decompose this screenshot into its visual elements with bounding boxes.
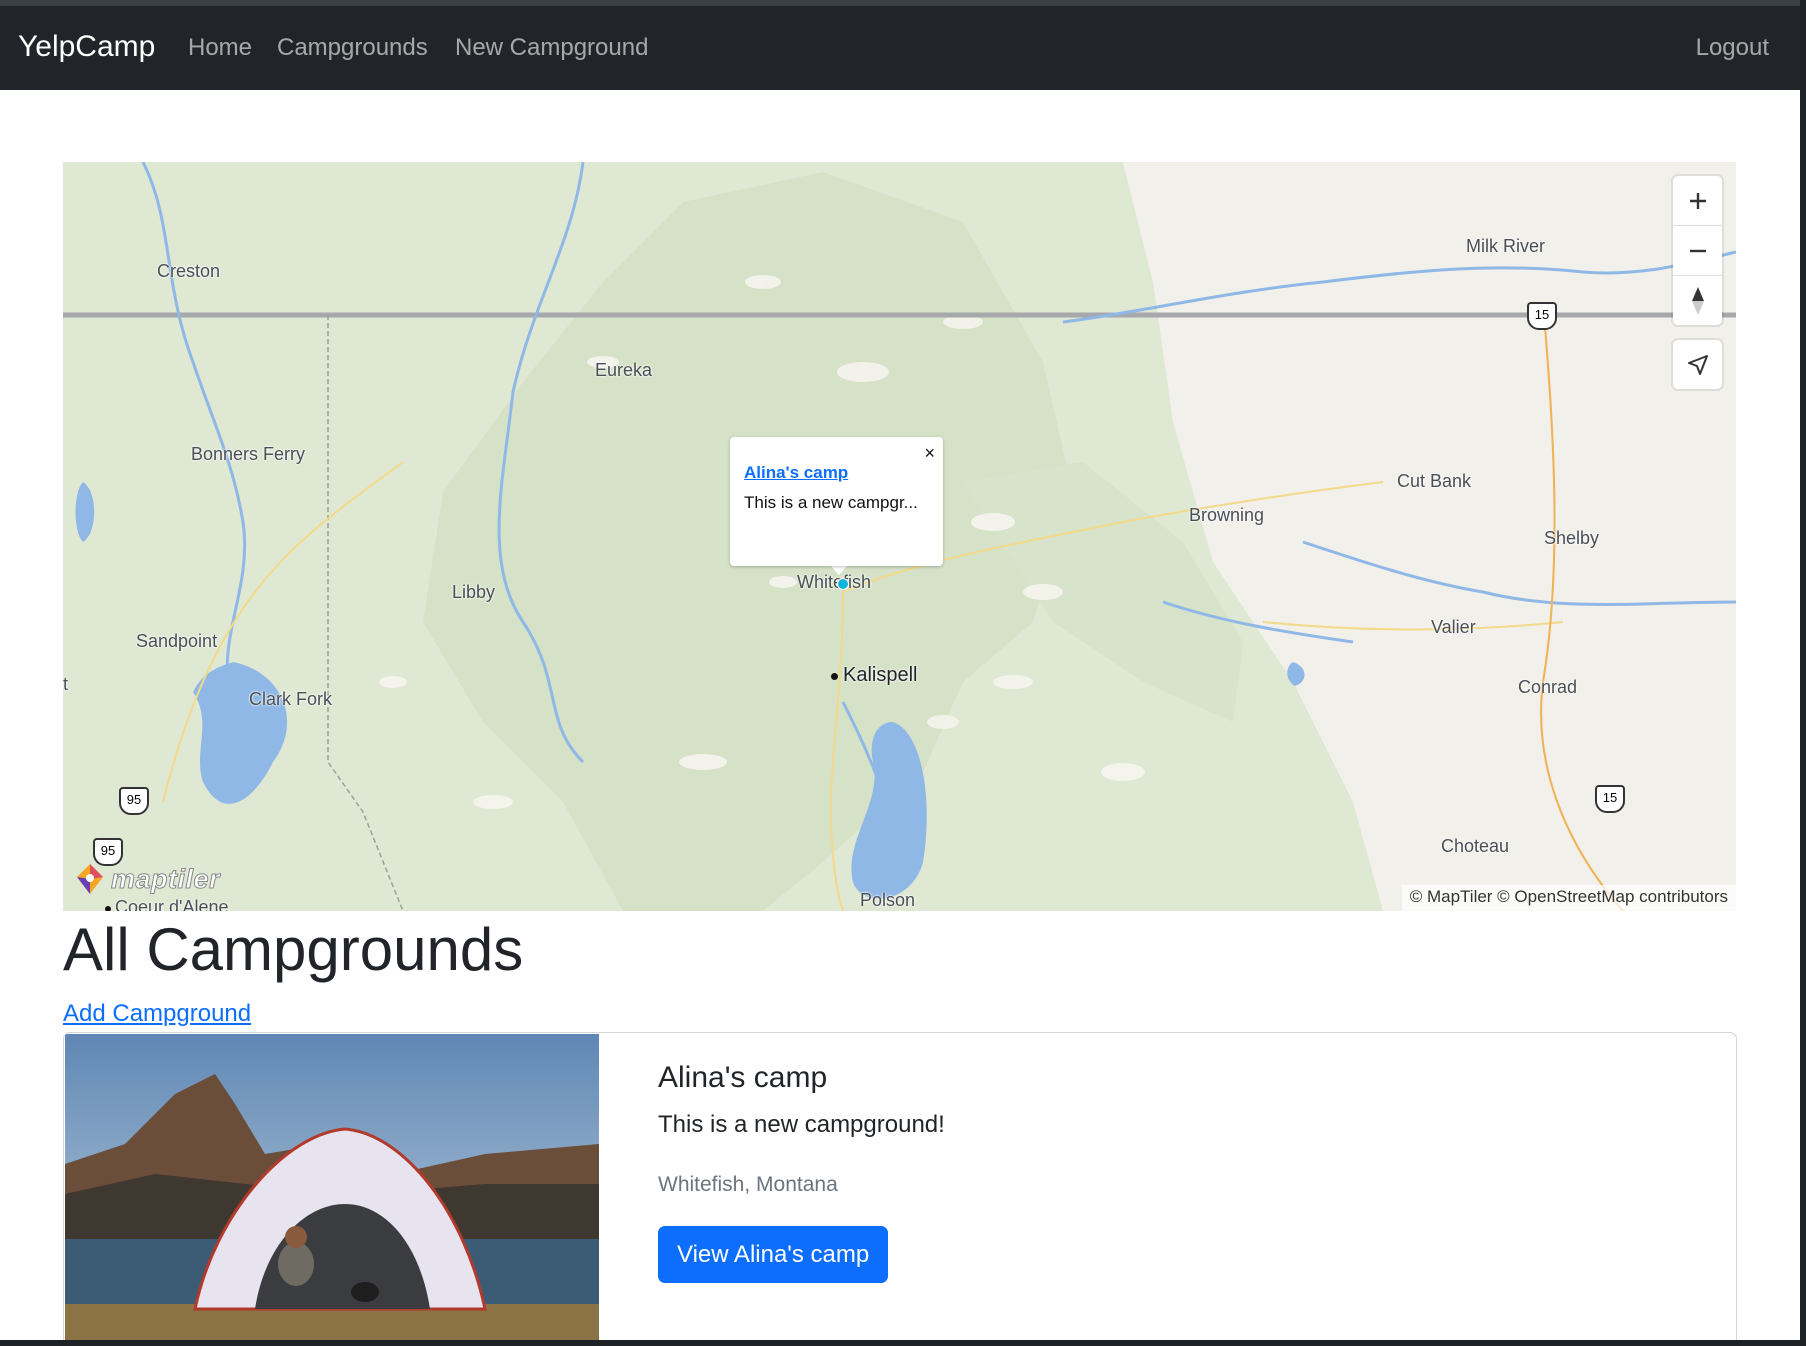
nav-campgrounds-link[interactable]: Campgrounds xyxy=(277,34,428,62)
map-label-polson: Polson xyxy=(860,890,916,910)
popup-close-button[interactable]: × xyxy=(924,443,935,464)
campground-marker[interactable] xyxy=(837,578,849,590)
map-label-shelby: Shelby xyxy=(1544,528,1600,548)
map-label-milk-river: Milk River xyxy=(1466,236,1545,256)
plus-icon xyxy=(1689,192,1706,209)
add-campground-link[interactable]: Add Campground xyxy=(63,1000,251,1028)
location-arrow-icon xyxy=(1687,354,1708,375)
map-label-kalispell: Kalispell xyxy=(831,664,917,687)
map-popup: × Alina's camp This is a new campgr... xyxy=(730,437,943,566)
campground-location: Whitefish, Montana xyxy=(658,1173,838,1196)
view-campground-button[interactable]: View Alina's camp xyxy=(658,1226,889,1283)
maptiler-logo-icon xyxy=(77,864,103,894)
route-shield-icon: 15 xyxy=(1595,785,1625,813)
zoom-in-button[interactable] xyxy=(1673,176,1722,226)
maptiler-logo[interactable]: maptiler xyxy=(73,862,220,896)
cluster-map[interactable]: 95 95 15 15 Creston Eureka Bonners Ferry… xyxy=(63,162,1736,911)
nav-new-campground-link[interactable]: New Campground xyxy=(455,34,648,62)
map-label-valier: Valier xyxy=(1431,617,1476,637)
map-label-bonners-ferry: Bonners Ferry xyxy=(191,444,306,464)
map-label-whitefish: Whitefish xyxy=(797,572,872,592)
compass-button[interactable] xyxy=(1673,276,1722,325)
campground-title: Alina's camp xyxy=(658,1061,828,1094)
map-label-eureka: Eureka xyxy=(595,360,653,380)
city-dot-icon xyxy=(831,673,838,680)
zoom-out-button[interactable] xyxy=(1673,226,1722,276)
city-dot-icon xyxy=(105,906,111,911)
popup-description: This is a new campgr... xyxy=(744,493,918,512)
map-label-choteau: Choteau xyxy=(1441,836,1510,856)
popup-campground-link[interactable]: Alina's camp xyxy=(744,463,848,483)
map-label-cut-off: t xyxy=(63,674,69,694)
map-label-browning: Browning xyxy=(1189,505,1265,525)
map-label-clark-fork: Clark Fork xyxy=(249,689,333,709)
minus-icon xyxy=(1689,249,1706,252)
navbar: YelpCamp Home Campgrounds New Campground… xyxy=(0,6,1800,90)
compass-icon xyxy=(1691,286,1704,315)
route-shield-icon: 95 xyxy=(119,787,149,815)
map-label-creston: Creston xyxy=(157,261,221,281)
page-title: All Campgrounds xyxy=(63,916,524,983)
page-viewport: YelpCamp Home Campgrounds New Campground… xyxy=(0,0,1800,1340)
campground-card: Alina's camp This is a new campground! W… xyxy=(63,1032,1737,1340)
map-label-sandpoint: Sandpoint xyxy=(136,631,218,651)
brand-link[interactable]: YelpCamp xyxy=(18,30,155,64)
map-label-coeur-dalene: Coeur d'Alene xyxy=(105,897,229,911)
maptiler-logo-text: maptiler xyxy=(110,863,221,894)
geolocate-button[interactable] xyxy=(1673,340,1722,389)
logout-link[interactable]: Logout xyxy=(1696,34,1769,62)
campground-image xyxy=(65,1034,599,1340)
map-attribution[interactable]: © MapTiler © OpenStreetMap contributors xyxy=(1401,885,1736,911)
map-label-conrad: Conrad xyxy=(1518,677,1578,697)
nav-home-link[interactable]: Home xyxy=(188,34,252,62)
popup-tip xyxy=(830,565,848,575)
map-navigation-controls xyxy=(1673,176,1722,325)
map-label-libby: Libby xyxy=(452,582,496,602)
route-shield-icon: 15 xyxy=(1527,302,1557,330)
campground-description: This is a new campground! xyxy=(658,1111,945,1138)
map-label-cut-bank: Cut Bank xyxy=(1397,471,1472,491)
